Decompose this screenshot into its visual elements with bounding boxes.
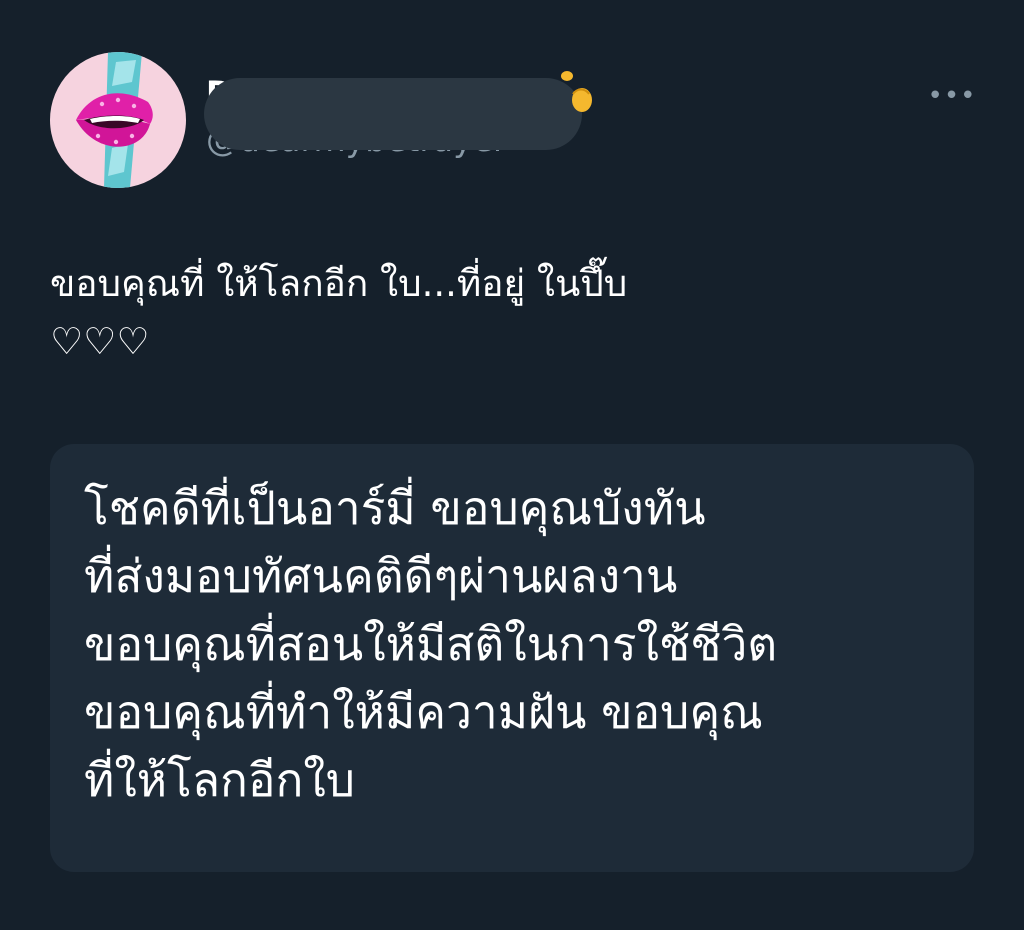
redaction-overlay (204, 78, 582, 150)
quote-text: โชคดีที่เป็นอาร์มี่ ขอบคุณบังทัน ที่ส่งม… (84, 481, 778, 807)
more-options-button[interactable]: ••• (924, 80, 980, 112)
emoji-icon (555, 68, 595, 118)
more-options-icon: ••• (927, 81, 977, 111)
tweet: D @dearmybetrayer ••• ขอบคุณที่ ให้โลกอี… (0, 0, 1024, 930)
tweet-text: ขอบคุณที่ ให้โลกอีก ใบ...ที่อยู่ ในปึ๊บ … (50, 262, 628, 363)
avatar[interactable] (50, 52, 186, 188)
lips-avatar-icon (50, 52, 186, 188)
quote-card[interactable]: โชคดีที่เป็นอาร์มี่ ขอบคุณบังทัน ที่ส่งม… (50, 444, 974, 872)
